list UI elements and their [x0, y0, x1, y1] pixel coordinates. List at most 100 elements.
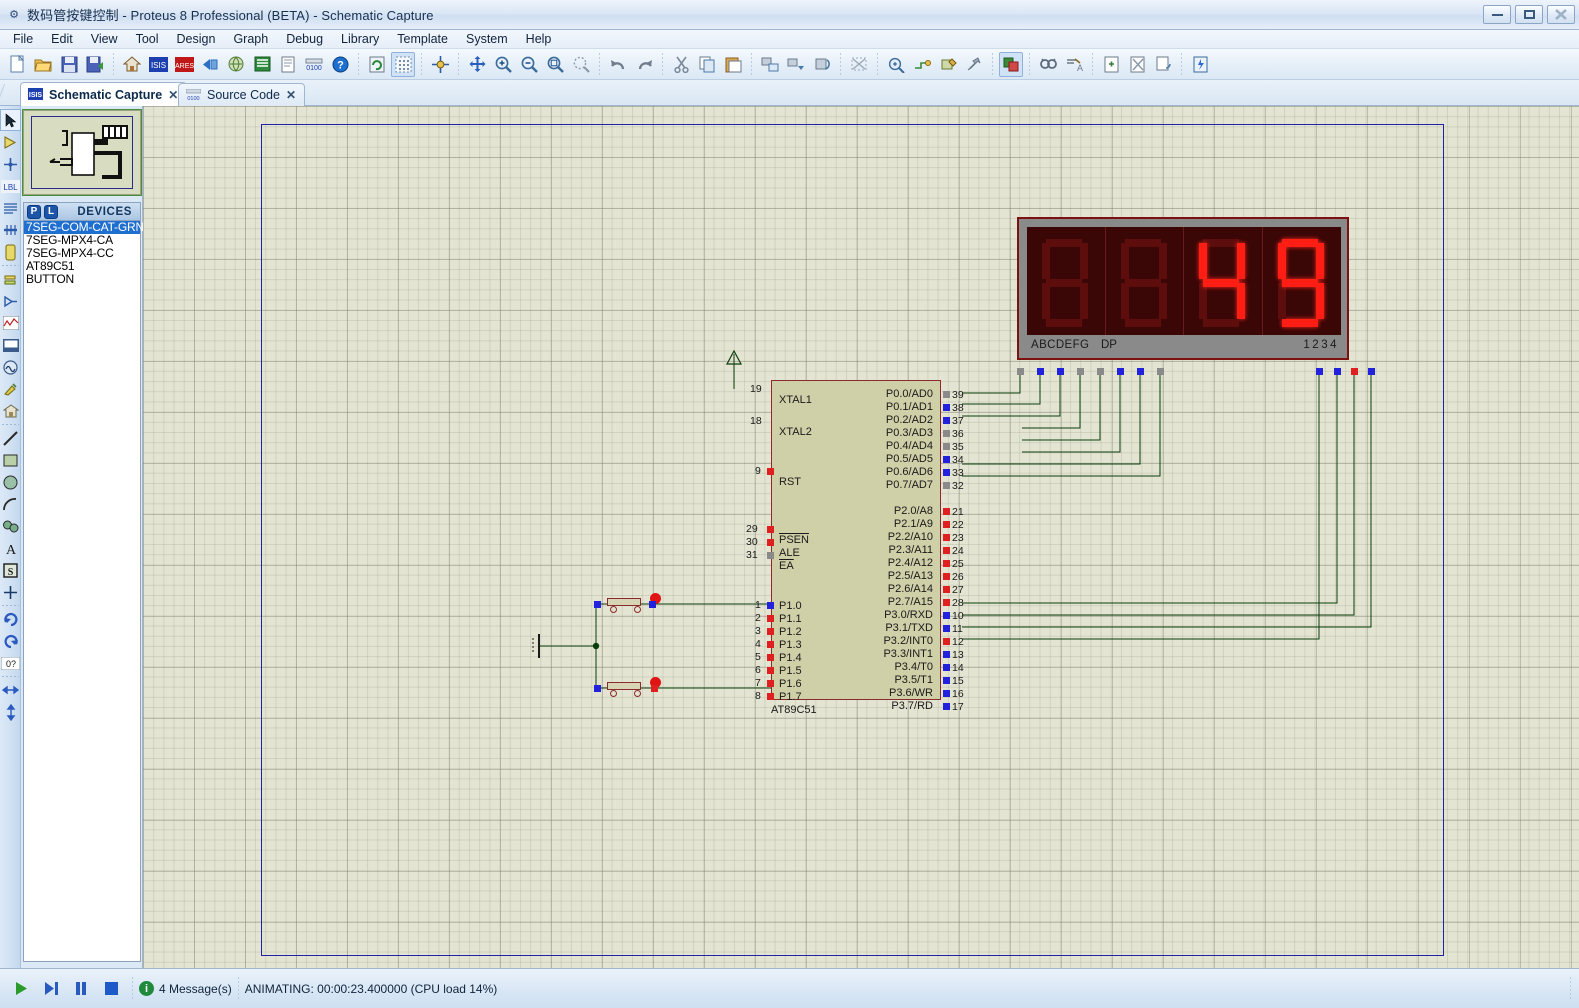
- maximize-button[interactable]: [1515, 5, 1543, 24]
- box-tool-icon[interactable]: [0, 449, 21, 471]
- zoom-area-icon[interactable]: [569, 52, 593, 77]
- text-tool-icon[interactable]: A: [0, 537, 21, 559]
- refresh-icon[interactable]: [365, 52, 389, 77]
- overview-preview-pane[interactable]: [22, 109, 142, 196]
- tab-close-icon[interactable]: ✕: [286, 88, 296, 102]
- packaging-tool-icon[interactable]: [936, 52, 960, 77]
- tab-schematic-capture[interactable]: ISIS Schematic Capture ✕: [20, 82, 188, 106]
- message-indicator[interactable]: i 4 Message(s): [139, 981, 232, 996]
- menu-design[interactable]: Design: [168, 31, 225, 47]
- mcu-at89c51[interactable]: XTAL1 XTAL2 RST PSEN ALE EA P1.0 P1.1 P1…: [771, 380, 941, 712]
- menu-system[interactable]: System: [457, 31, 517, 47]
- menu-debug[interactable]: Debug: [277, 31, 332, 47]
- menu-help[interactable]: Help: [517, 31, 561, 47]
- line-tool-icon[interactable]: [0, 427, 21, 449]
- bom-icon[interactable]: [250, 52, 274, 77]
- component-mode-icon[interactable]: [0, 131, 21, 153]
- back-icon[interactable]: [198, 52, 222, 77]
- exit-sheet-icon[interactable]: [1151, 52, 1175, 77]
- block-delete-icon[interactable]: [847, 52, 871, 77]
- redo-icon[interactable]: [632, 52, 656, 77]
- arc-tool-icon[interactable]: [0, 493, 21, 515]
- isis-icon[interactable]: ISIS: [146, 52, 170, 77]
- junction-dot-mode-icon[interactable]: [0, 153, 21, 175]
- library-manager-button[interactable]: L: [44, 204, 58, 219]
- zoom-in-icon[interactable]: [491, 52, 515, 77]
- grid-toggle-icon[interactable]: [391, 51, 415, 77]
- pause-button[interactable]: [66, 976, 96, 1002]
- origin-icon[interactable]: [428, 52, 452, 77]
- seven-segment-display[interactable]: ABCDEFG DP 1234: [1017, 217, 1349, 360]
- make-device-icon[interactable]: [910, 52, 934, 77]
- rotation-angle-field[interactable]: 0?: [0, 652, 21, 674]
- schematic-canvas[interactable]: ABCDEFG DP 1234 XTAL1 XTAL2 RST PSEN ALE…: [143, 106, 1579, 968]
- help-icon[interactable]: ?: [328, 52, 352, 77]
- generator-mode-icon[interactable]: [0, 356, 21, 378]
- copy-icon[interactable]: [695, 52, 719, 77]
- symbol-tool-icon[interactable]: S: [0, 559, 21, 581]
- path-tool-icon[interactable]: [0, 515, 21, 537]
- device-pin-mode-icon[interactable]: [0, 290, 21, 312]
- tab-close-icon[interactable]: ✕: [168, 88, 178, 102]
- pick-devices-button[interactable]: P: [27, 204, 41, 219]
- menu-graph[interactable]: Graph: [224, 31, 277, 47]
- selection-mode-icon[interactable]: [0, 109, 21, 131]
- home-icon[interactable]: [120, 52, 144, 77]
- rotate-clockwise-icon[interactable]: [0, 608, 21, 630]
- menu-template[interactable]: Template: [388, 31, 457, 47]
- block-copy-icon[interactable]: [758, 52, 782, 77]
- menu-file[interactable]: File: [4, 31, 42, 47]
- save-icon[interactable]: [57, 52, 81, 77]
- menu-tool[interactable]: Tool: [127, 31, 168, 47]
- wire-label-mode-icon[interactable]: LBL: [0, 175, 21, 197]
- step-button[interactable]: [36, 976, 66, 1002]
- subcircuit-mode-icon[interactable]: [0, 241, 21, 263]
- marker-tool-icon[interactable]: [0, 581, 21, 603]
- bill-icon[interactable]: [1188, 52, 1212, 77]
- open-icon[interactable]: [31, 52, 55, 77]
- menu-library[interactable]: Library: [332, 31, 388, 47]
- remove-sheet-icon[interactable]: [1125, 52, 1149, 77]
- block-rotate-icon[interactable]: [810, 52, 834, 77]
- pick-device-icon[interactable]: [884, 52, 908, 77]
- tape-recorder-mode-icon[interactable]: [0, 334, 21, 356]
- cut-icon[interactable]: [669, 52, 693, 77]
- mirror-vertical-icon[interactable]: [0, 701, 21, 723]
- menu-edit[interactable]: Edit: [42, 31, 82, 47]
- bus-mode-icon[interactable]: [0, 219, 21, 241]
- tab-source-code[interactable]: 0100 Source Code ✕: [178, 83, 306, 106]
- stop-button[interactable]: [96, 976, 126, 1002]
- search-tag-icon[interactable]: [1036, 52, 1060, 77]
- ares-icon[interactable]: ARES: [172, 52, 196, 77]
- undo-icon[interactable]: [606, 52, 630, 77]
- zoom-all-icon[interactable]: [543, 52, 567, 77]
- report-icon[interactable]: [276, 52, 300, 77]
- terminals-mode-icon[interactable]: [0, 268, 21, 290]
- save-as-icon[interactable]: [83, 52, 107, 77]
- voltage-probe-mode-icon[interactable]: [0, 378, 21, 400]
- zoom-out-icon[interactable]: [517, 52, 541, 77]
- paste-icon[interactable]: [721, 52, 745, 77]
- device-list-item[interactable]: BUTTON: [24, 273, 140, 286]
- rotate-anticlockwise-icon[interactable]: [0, 630, 21, 652]
- text-script-mode-icon[interactable]: [0, 197, 21, 219]
- close-button[interactable]: [1547, 5, 1575, 24]
- graph-mode-icon[interactable]: [0, 312, 21, 334]
- wire-autorouter-icon[interactable]: [999, 51, 1023, 77]
- decompose-icon[interactable]: [962, 52, 986, 77]
- 3d-view-icon[interactable]: [224, 52, 248, 77]
- new-sheet-icon[interactable]: [1099, 52, 1123, 77]
- menu-view[interactable]: View: [82, 31, 127, 47]
- property-assign-icon[interactable]: A: [1062, 52, 1086, 77]
- minimize-button[interactable]: [1483, 5, 1511, 24]
- ground-terminal-symbol: [532, 634, 540, 658]
- block-move-icon[interactable]: [784, 52, 808, 77]
- new-icon[interactable]: [5, 52, 29, 77]
- segment-e: [1199, 283, 1207, 319]
- play-button[interactable]: [6, 976, 36, 1002]
- mirror-horizontal-icon[interactable]: [0, 679, 21, 701]
- source-code-icon[interactable]: 0100: [302, 52, 326, 77]
- pan-icon[interactable]: [465, 52, 489, 77]
- circle-tool-icon[interactable]: [0, 471, 21, 493]
- virtual-instrument-mode-icon[interactable]: [0, 400, 21, 422]
